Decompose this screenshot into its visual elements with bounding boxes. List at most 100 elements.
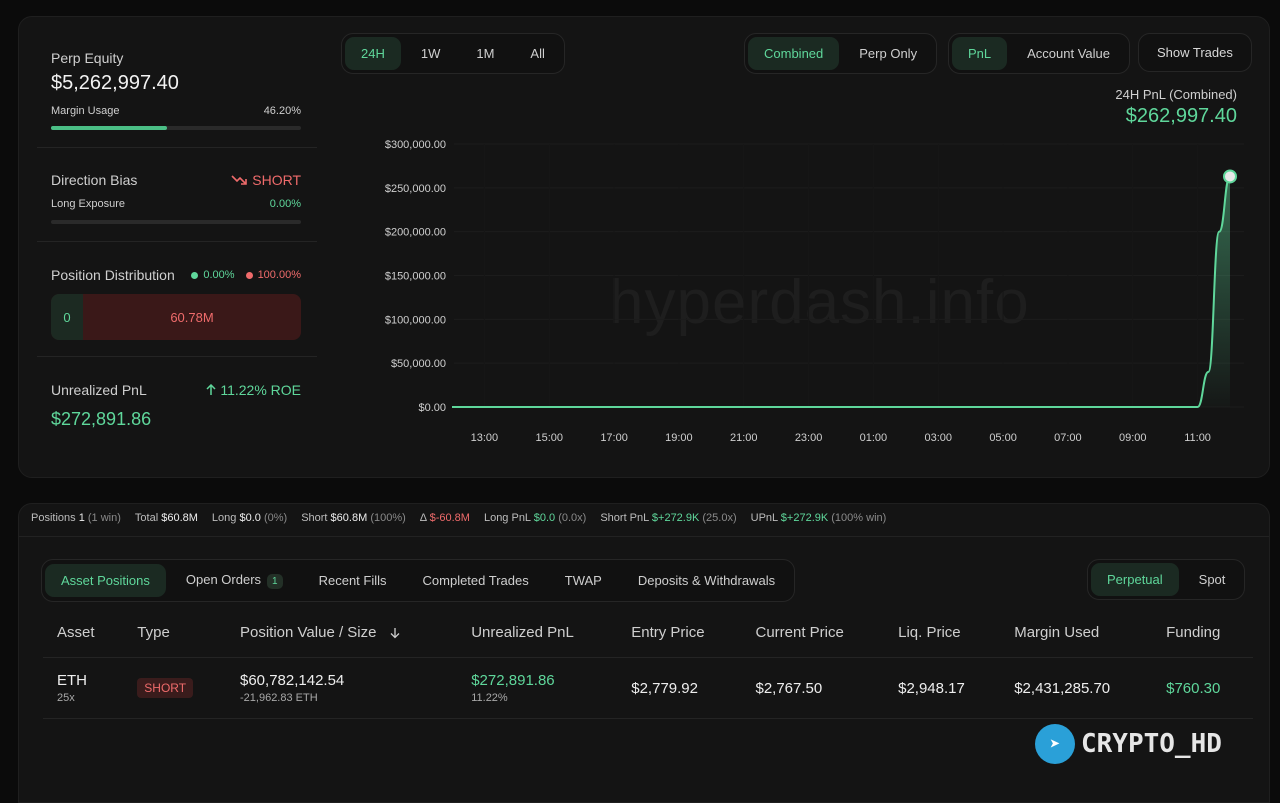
unrealized-pnl-pct: 11.22%: [471, 692, 603, 704]
scope-perp-only-tab-label: Perp Only: [859, 46, 917, 61]
summary-long-pnl-note: (0.0x): [558, 512, 586, 524]
tab-deposits-withdrawals[interactable]: Deposits & Withdrawals: [622, 564, 791, 597]
column-header-asset[interactable]: Asset: [43, 624, 123, 658]
summary-upnl-label: UPnL: [751, 512, 778, 524]
arrow-up-icon: [206, 384, 216, 396]
summary-delta-label: Δ: [420, 512, 427, 524]
range-1w-tab-label: 1W: [421, 46, 441, 61]
position-distribution-block: Position Distribution 0.00% 100.00%: [51, 267, 301, 283]
tab-twap[interactable]: TWAP: [549, 564, 618, 597]
column-header-label: Position Value / Size: [240, 624, 376, 641]
position-value: $60,782,142.54: [240, 672, 344, 689]
cell-liq-price: $2,948.17: [884, 658, 1000, 719]
sort-arrow-down-icon[interactable]: [389, 627, 401, 639]
cell-position-value: $60,782,142.54 -21,962.83 ETH: [226, 658, 457, 719]
column-header-label: Liq. Price: [898, 624, 961, 641]
metric-account-value-tab[interactable]: Account Value: [1011, 37, 1126, 70]
summary-short-pnl-note: (25.0x): [702, 512, 736, 524]
position-size: -21,962.83 ETH: [240, 692, 443, 704]
market-spot-tab-label: Spot: [1199, 572, 1226, 587]
summary-long-value: $0.0: [239, 512, 260, 524]
scope-combined-tab[interactable]: Combined: [748, 37, 839, 70]
overlay-brand: CRYPTO_HD: [1081, 729, 1222, 759]
overview-panel: hyperdash.info Perp Equity $5,262,997.40…: [18, 16, 1270, 478]
position-distribution-bar: 0 60.78M: [51, 294, 301, 340]
column-header-label: Type: [137, 624, 170, 641]
dist-long-pct: 0.00%: [203, 269, 234, 281]
column-header-liq-price[interactable]: Liq. Price: [884, 624, 1000, 658]
market-spot-tab[interactable]: Spot: [1183, 563, 1242, 596]
range-1w-tab[interactable]: 1W: [405, 37, 457, 70]
pnl-chart-title: 24H PnL (Combined): [1115, 87, 1237, 102]
column-header-label: Asset: [57, 624, 95, 641]
x-tick-label: 19:00: [665, 432, 693, 444]
column-header-label: Margin Used: [1014, 624, 1099, 641]
range-24h-tab[interactable]: 24H: [345, 37, 401, 70]
column-header-label: Entry Price: [631, 624, 704, 641]
dist-long-value: 0: [51, 294, 83, 340]
y-tick-label: $50,000.00: [391, 358, 446, 370]
divider: [37, 356, 317, 357]
column-header-label: Funding: [1166, 624, 1220, 641]
perp-equity-label: Perp Equity: [51, 50, 301, 66]
x-tick-label: 11:00: [1184, 432, 1211, 444]
show-trades-button[interactable]: Show Trades: [1138, 33, 1252, 72]
y-tick-label: $0.00: [418, 402, 446, 414]
cell-unrealized-pnl: $272,891.86 11.22%: [457, 658, 617, 719]
scope-toggle: Combined Perp Only: [744, 33, 937, 74]
perp-equity-value: $5,262,997.40: [51, 72, 301, 95]
summary-positions-note: (1 win): [88, 512, 121, 524]
table-row[interactable]: ETH25xSHORT$60,782,142.54-21,962.83 ETH$…: [43, 658, 1253, 719]
tab-completed-trades[interactable]: Completed Trades: [407, 564, 545, 597]
long-exposure-label: Long Exposure: [51, 198, 125, 210]
column-header-margin-used[interactable]: Margin Used: [1000, 624, 1152, 658]
tab-asset-positions-label: Asset Positions: [61, 573, 150, 588]
summary-total-label: Total: [135, 512, 158, 524]
margin-usage-value: 46.20%: [264, 105, 301, 117]
cell-funding: $760.30: [1152, 658, 1253, 719]
column-header-unrealized-pnl[interactable]: Unrealized PnL: [457, 624, 617, 658]
tab-open-orders[interactable]: Open Orders1: [170, 563, 299, 598]
tab-asset-positions[interactable]: Asset Positions: [45, 564, 166, 597]
y-tick-label: $300,000.00: [385, 139, 446, 151]
range-1m-tab-label: 1M: [476, 46, 494, 61]
market-toggle: Perpetual Spot: [1087, 559, 1245, 600]
x-tick-label: 07:00: [1054, 432, 1082, 444]
pnl-chart[interactable]: $300,000.00$250,000.00$200,000.00$150,00…: [349, 137, 1249, 457]
margin-usage-bar: [51, 126, 301, 130]
range-1m-tab[interactable]: 1M: [460, 37, 510, 70]
summary-long-note: (0%): [264, 512, 287, 524]
tab-recent-fills[interactable]: Recent Fills: [303, 564, 403, 597]
position-type-badge: SHORT: [137, 678, 193, 698]
unrealized-pnl: $272,891.86: [471, 672, 554, 689]
column-header-funding[interactable]: Funding: [1152, 624, 1253, 658]
range-24h-tab-label: 24H: [361, 46, 385, 61]
pnl-line: [452, 176, 1230, 407]
direction-bias-value: SHORT: [252, 172, 301, 188]
metric-pnl-tab[interactable]: PnL: [952, 37, 1007, 70]
x-tick-label: 13:00: [471, 432, 499, 444]
column-header-label: Current Price: [755, 624, 843, 641]
column-header-type[interactable]: Type: [123, 624, 226, 658]
tab-deposits-withdrawals-label: Deposits & Withdrawals: [638, 573, 775, 588]
x-tick-label: 05:00: [989, 432, 1017, 444]
summary-positions-value: 1: [79, 512, 85, 524]
positions-summary: Positions 1 (1 win) Total $60.8M Long $0…: [31, 512, 886, 524]
asset-leverage: 25x: [57, 692, 109, 704]
y-tick-label: $150,000.00: [385, 271, 446, 283]
cell-current-price: $2,767.50: [741, 658, 884, 719]
range-all-tab[interactable]: All: [514, 37, 560, 70]
market-perpetual-tab[interactable]: Perpetual: [1091, 563, 1179, 596]
column-header-entry-price[interactable]: Entry Price: [617, 624, 741, 658]
divider: [37, 147, 317, 148]
positions-tabs: Asset Positions Open Orders1Recent FillsC…: [41, 559, 795, 602]
column-header-label: Unrealized PnL: [471, 624, 574, 641]
y-tick-label: $100,000.00: [385, 314, 446, 326]
x-tick-label: 23:00: [795, 432, 823, 444]
cell-type: SHORT: [123, 658, 226, 719]
column-header-position-value-size[interactable]: Position Value / Size: [226, 624, 457, 658]
column-header-current-price[interactable]: Current Price: [741, 624, 884, 658]
market-perpetual-tab-label: Perpetual: [1107, 572, 1163, 587]
scope-perp-only-tab[interactable]: Perp Only: [843, 37, 933, 70]
unrealized-pnl-label: Unrealized PnL: [51, 382, 147, 398]
